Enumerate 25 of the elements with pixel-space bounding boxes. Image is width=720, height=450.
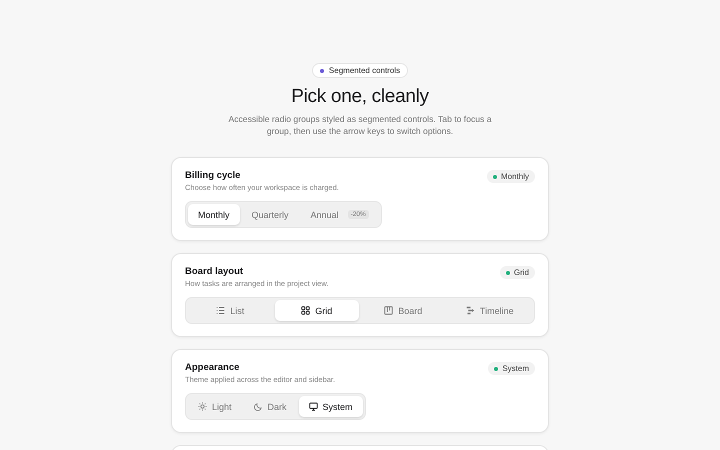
list-icon: [216, 306, 226, 315]
sun-icon: [198, 402, 207, 411]
grid-icon: [301, 306, 310, 315]
card-title: Billing cycle: [185, 170, 242, 181]
section-badge: Segmented controls: [312, 63, 408, 78]
segment-option[interactable]: List: [188, 300, 272, 321]
segment-option[interactable]: Monthly: [188, 204, 240, 225]
segment-option[interactable]: System: [298, 396, 363, 417]
card-title: Board layout: [185, 266, 244, 277]
status-pill: Monthly: [486, 170, 535, 183]
timeline-icon: [466, 306, 475, 315]
segment-option[interactable]: Board: [361, 300, 446, 321]
page-subtitle: Accessible radio groups styled as segmented controls. Tab to focus a group, then use the arrow keys to switch options.: [227, 114, 493, 137]
card-title: Appearance: [185, 362, 240, 373]
segment-option[interactable]: Light: [188, 396, 242, 417]
segment-option[interactable]: Dark: [244, 396, 297, 417]
status-pill: Grid: [500, 266, 535, 279]
columns-icon: [384, 306, 394, 315]
segment-option[interactable]: Grid: [274, 300, 359, 321]
monitor-icon: [308, 402, 318, 411]
segment-option[interactable]: Timeline: [448, 300, 532, 321]
segment-option[interactable]: Quarterly: [242, 204, 299, 225]
moon-icon: [254, 402, 263, 411]
status-pill: System: [488, 362, 535, 375]
page-title: Pick one, cleanly: [291, 86, 429, 108]
